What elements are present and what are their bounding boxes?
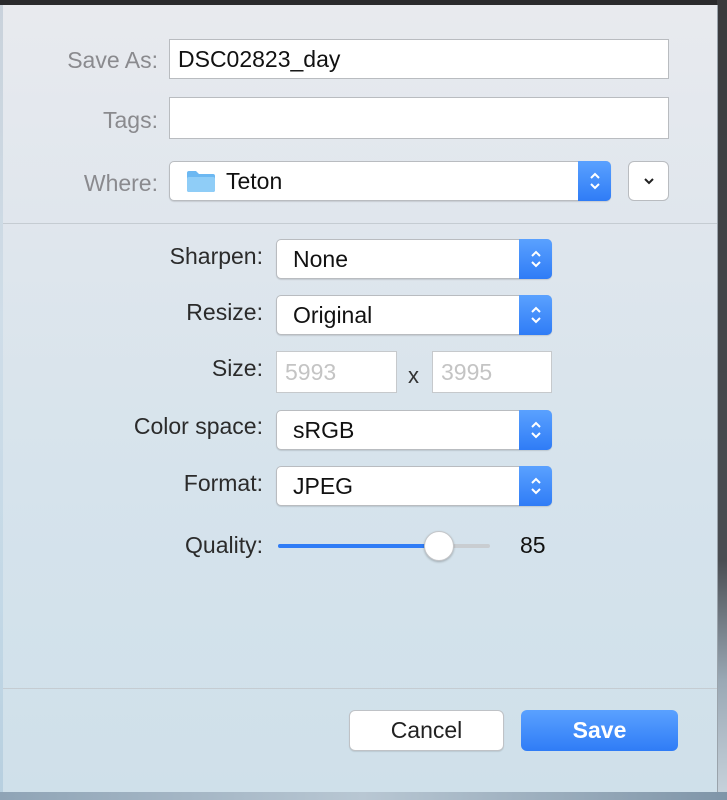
sharpen-popup[interactable]: None <box>276 239 552 279</box>
cancel-button[interactable]: Cancel <box>349 710 504 751</box>
tags-label: Tags: <box>103 107 158 133</box>
save-dialog: Save As: DSC02823_day Tags: Where: Teton… <box>3 5 718 792</box>
color-space-label: Color space: <box>133 413 263 439</box>
quality-value: 85 <box>520 532 546 558</box>
slider-fill <box>278 544 439 548</box>
chevron-updown-icon <box>519 410 552 450</box>
chevron-down-icon <box>643 178 654 185</box>
format-value: JPEG <box>293 472 354 499</box>
save-as-label: Save As: <box>67 47 158 73</box>
slider-knob[interactable] <box>424 531 454 561</box>
resize-popup[interactable]: Original <box>276 295 552 335</box>
sharpen-label: Sharpen: <box>169 243 263 269</box>
separator-bottom <box>3 688 717 689</box>
chevron-updown-icon <box>578 161 611 201</box>
separator-top <box>3 223 717 224</box>
size-separator: x <box>408 363 419 388</box>
where-value: Teton <box>226 167 283 194</box>
where-popup[interactable]: Teton <box>169 161 611 201</box>
background-right-edge <box>717 0 727 800</box>
resize-value: Original <box>293 301 373 328</box>
color-space-popup[interactable]: sRGB <box>276 410 552 450</box>
save-button[interactable]: Save <box>521 710 678 751</box>
format-popup[interactable]: JPEG <box>276 466 552 506</box>
resize-label: Resize: <box>186 299 263 325</box>
save-as-field[interactable]: DSC02823_day <box>169 39 669 79</box>
sharpen-value: None <box>293 245 348 272</box>
where-label: Where: <box>83 170 158 196</box>
quality-slider[interactable] <box>278 530 490 562</box>
format-label: Format: <box>183 470 263 496</box>
chevron-updown-icon <box>519 295 552 335</box>
folder-icon <box>186 169 216 193</box>
size-height-field[interactable]: 3995 <box>432 351 552 393</box>
size-label: Size: <box>211 355 263 381</box>
color-space-value: sRGB <box>293 416 355 443</box>
background-bottom-edge <box>0 792 727 800</box>
expand-button[interactable] <box>628 161 669 201</box>
quality-label: Quality: <box>185 532 263 558</box>
chevron-updown-icon <box>519 466 552 506</box>
size-width-field[interactable]: 5993 <box>276 351 397 393</box>
chevron-updown-icon <box>519 239 552 279</box>
tags-field[interactable] <box>169 97 669 139</box>
